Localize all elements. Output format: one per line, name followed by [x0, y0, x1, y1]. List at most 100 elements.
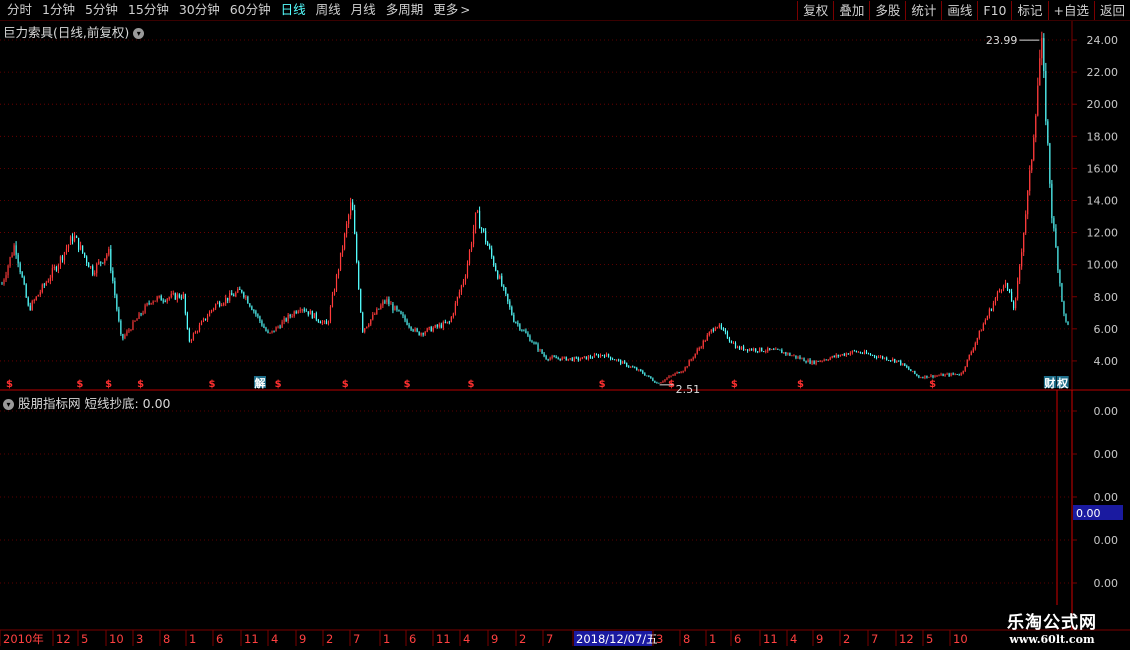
event-marker: $	[468, 379, 475, 390]
toolbar-action-button[interactable]: 标记	[1011, 0, 1047, 20]
candle-body	[974, 343, 976, 349]
period-tab[interactable]: 1分钟	[37, 0, 80, 20]
candle-body	[49, 277, 51, 282]
period-tab[interactable]: 5分钟	[80, 0, 123, 20]
candle-body	[547, 359, 549, 361]
candle-body	[884, 357, 886, 359]
period-tab[interactable]: 15分钟	[123, 0, 174, 20]
candle-body	[791, 355, 793, 357]
candle-body	[364, 328, 366, 332]
toolbar-action-button[interactable]: 返回	[1093, 0, 1130, 20]
candle-body	[898, 360, 900, 362]
candle-body	[867, 353, 870, 355]
candle-body	[186, 313, 188, 329]
candle-body	[297, 311, 299, 314]
candle-body	[581, 357, 583, 360]
candle-body	[875, 356, 878, 358]
candle-body	[404, 315, 406, 321]
candle-body	[684, 367, 686, 371]
chevron-right-icon[interactable]: >	[460, 3, 470, 17]
candle-body	[746, 349, 749, 351]
toolbar-action-button[interactable]: F10	[977, 0, 1011, 20]
candle-body	[86, 256, 88, 263]
period-tab[interactable]: 30分钟	[174, 0, 225, 20]
period-tab[interactable]: 月线	[346, 0, 381, 20]
period-tab[interactable]: 多周期	[381, 0, 429, 20]
candle-body	[807, 359, 809, 363]
candle-body	[219, 302, 221, 307]
candle-body	[694, 353, 696, 358]
candle-body	[783, 352, 785, 354]
candle-body	[341, 248, 344, 253]
period-tab[interactable]: 分时	[2, 0, 37, 20]
candle-body	[358, 261, 360, 290]
candle-body	[706, 335, 708, 341]
candle-body	[348, 215, 350, 224]
candle-body	[247, 296, 249, 304]
toolbar-action-button[interactable]: 多股	[869, 0, 905, 20]
candle-body	[710, 329, 712, 333]
toolbar-action-button[interactable]: +自选	[1047, 0, 1094, 20]
candle-body	[458, 292, 461, 298]
candle-body	[251, 306, 253, 310]
candle-body	[553, 356, 555, 358]
candle-body	[740, 346, 743, 350]
candle-body	[17, 254, 19, 264]
candle-body	[984, 320, 986, 325]
toolbar-action-button[interactable]: 复权	[797, 0, 833, 20]
candle-body	[650, 376, 652, 379]
period-tab[interactable]: 周线	[311, 0, 346, 20]
candle-body	[206, 316, 209, 320]
candle-body	[356, 233, 358, 262]
candle-body	[765, 351, 767, 353]
candle-body	[886, 357, 888, 361]
toolbar-action-button[interactable]: 画线	[941, 0, 977, 20]
candle-body	[67, 244, 70, 249]
x-tick-label: 10	[953, 632, 968, 646]
candle-body	[418, 331, 420, 336]
candle-body	[263, 325, 265, 328]
candle-body	[990, 309, 993, 311]
candle-body	[345, 223, 348, 234]
candle-body	[537, 344, 539, 351]
candle-body	[200, 321, 203, 326]
candle-body	[827, 359, 829, 361]
candle-body	[436, 325, 438, 327]
period-tab[interactable]: 60分钟	[225, 0, 276, 20]
candle-body	[106, 254, 108, 259]
candle-body	[603, 355, 606, 357]
candle-body	[237, 288, 239, 293]
candle-body	[841, 354, 843, 356]
candle-body	[499, 276, 501, 279]
period-tab[interactable]: 更多	[428, 0, 463, 20]
x-tick-label: 11	[763, 632, 778, 646]
candle-body	[1065, 313, 1067, 322]
dropdown-circle-icon[interactable]: ▾	[133, 28, 145, 39]
candle-body	[428, 326, 430, 329]
candle-body	[1059, 270, 1061, 284]
candle-body	[591, 357, 594, 359]
toolbar-action-button[interactable]: 统计	[905, 0, 941, 20]
candle-body	[180, 297, 182, 299]
period-tab[interactable]: 日线	[276, 0, 311, 20]
candle-body	[400, 311, 402, 315]
candle-body	[27, 297, 29, 306]
candle-body	[835, 354, 837, 357]
candle-body	[168, 297, 170, 299]
candle-body	[487, 242, 489, 246]
toolbar-action-button[interactable]: 叠加	[833, 0, 869, 20]
candle-body	[942, 373, 944, 377]
x-tick-label: 2018/12/07/五	[576, 632, 658, 646]
candle-body	[491, 248, 493, 257]
candle-body	[912, 370, 914, 372]
candle-body	[63, 252, 66, 261]
candle-body	[25, 284, 27, 298]
candle-body	[549, 358, 551, 360]
candle-body	[295, 311, 297, 314]
candle-body	[630, 366, 632, 368]
candle-body	[235, 292, 237, 297]
candle-body	[1027, 190, 1029, 215]
candle-body	[202, 318, 205, 322]
candle-body	[204, 318, 207, 320]
dropdown-circle-icon[interactable]: ▾	[3, 399, 14, 410]
